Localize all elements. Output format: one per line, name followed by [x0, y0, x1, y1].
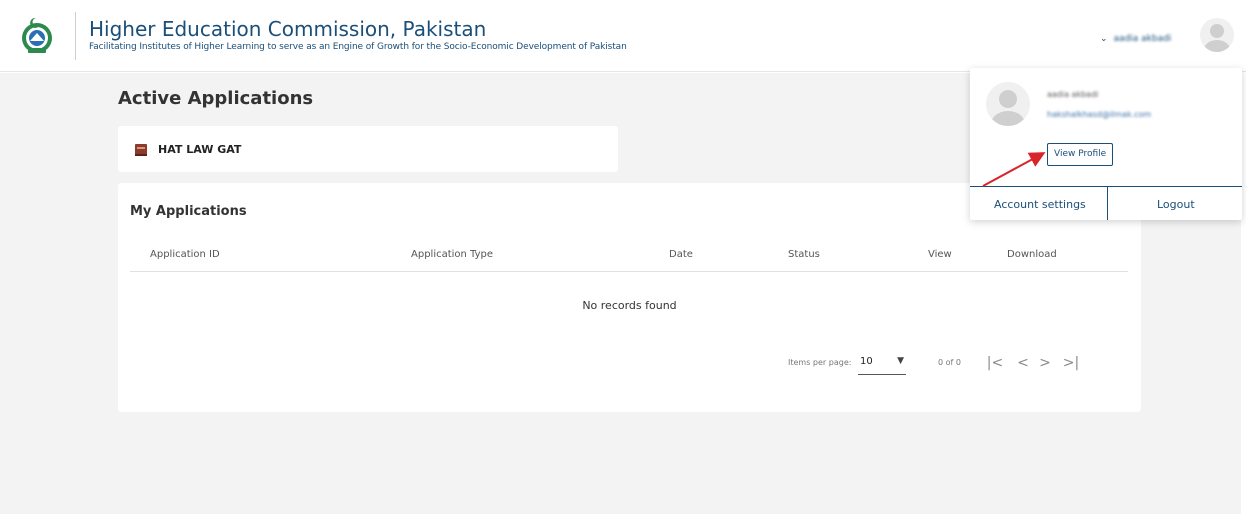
chevron-down-icon: ⌄: [1100, 34, 1108, 44]
section-title: My Applications: [130, 204, 247, 219]
previous-page-button[interactable]: <: [1014, 354, 1032, 372]
org-title: Higher Education Commission, Pakistan: [89, 17, 487, 41]
logout-link[interactable]: Logout: [1157, 198, 1195, 211]
profile-dropdown: aadia akbadi hakshalkhasd@ilmak.com View…: [970, 68, 1242, 220]
caret-down-icon: ▼: [897, 356, 904, 366]
org-tagline: Facilitating Institutes of Higher Learni…: [89, 42, 627, 52]
column-header-view[interactable]: View: [928, 249, 952, 260]
user-silhouette-icon: [991, 90, 1025, 126]
user-silhouette-icon: [1204, 24, 1230, 52]
empty-state-text: No records found: [582, 299, 677, 312]
hec-logo[interactable]: [16, 14, 58, 56]
profile-name: aadia akbadi: [1047, 90, 1099, 99]
account-settings-link[interactable]: Account settings: [994, 198, 1086, 211]
column-header-date[interactable]: Date: [669, 249, 693, 260]
page-title: Active Applications: [118, 88, 314, 109]
items-per-page-label: Items per page:: [788, 358, 852, 367]
book-icon: [134, 142, 148, 156]
user-menu-toggle[interactable]: ⌄ aadia akbadi: [1100, 24, 1171, 54]
hec-logo-emblem: [22, 17, 52, 53]
items-per-page-select[interactable]: 10 ▼: [858, 353, 906, 375]
next-page-button[interactable]: >: [1036, 354, 1054, 372]
last-page-button[interactable]: >|: [1062, 354, 1080, 372]
avatar[interactable]: [1200, 18, 1234, 52]
profile-avatar: [986, 82, 1030, 126]
dropdown-vertical-divider: [1107, 187, 1108, 220]
column-header-application-id[interactable]: Application ID: [150, 249, 220, 260]
header-divider: [75, 12, 76, 60]
top-header: Higher Education Commission, Pakistan Fa…: [0, 0, 1246, 72]
paginator-range: 0 of 0: [938, 358, 961, 367]
user-name: aadia akbadi: [1113, 34, 1172, 44]
view-profile-button[interactable]: View Profile: [1047, 143, 1114, 166]
table-divider: [130, 271, 1128, 272]
first-page-button[interactable]: |<: [986, 354, 1004, 372]
profile-email: hakshalkhasd@ilmak.com: [1047, 110, 1152, 119]
active-application-card[interactable]: HAT LAW GAT: [118, 126, 618, 172]
column-header-status[interactable]: Status: [788, 249, 820, 260]
column-header-application-type[interactable]: Application Type: [411, 249, 493, 260]
column-header-download[interactable]: Download: [1007, 249, 1057, 260]
active-application-label: HAT LAW GAT: [158, 142, 242, 156]
dropdown-divider: [970, 186, 1242, 187]
items-per-page-value: 10: [860, 356, 873, 367]
